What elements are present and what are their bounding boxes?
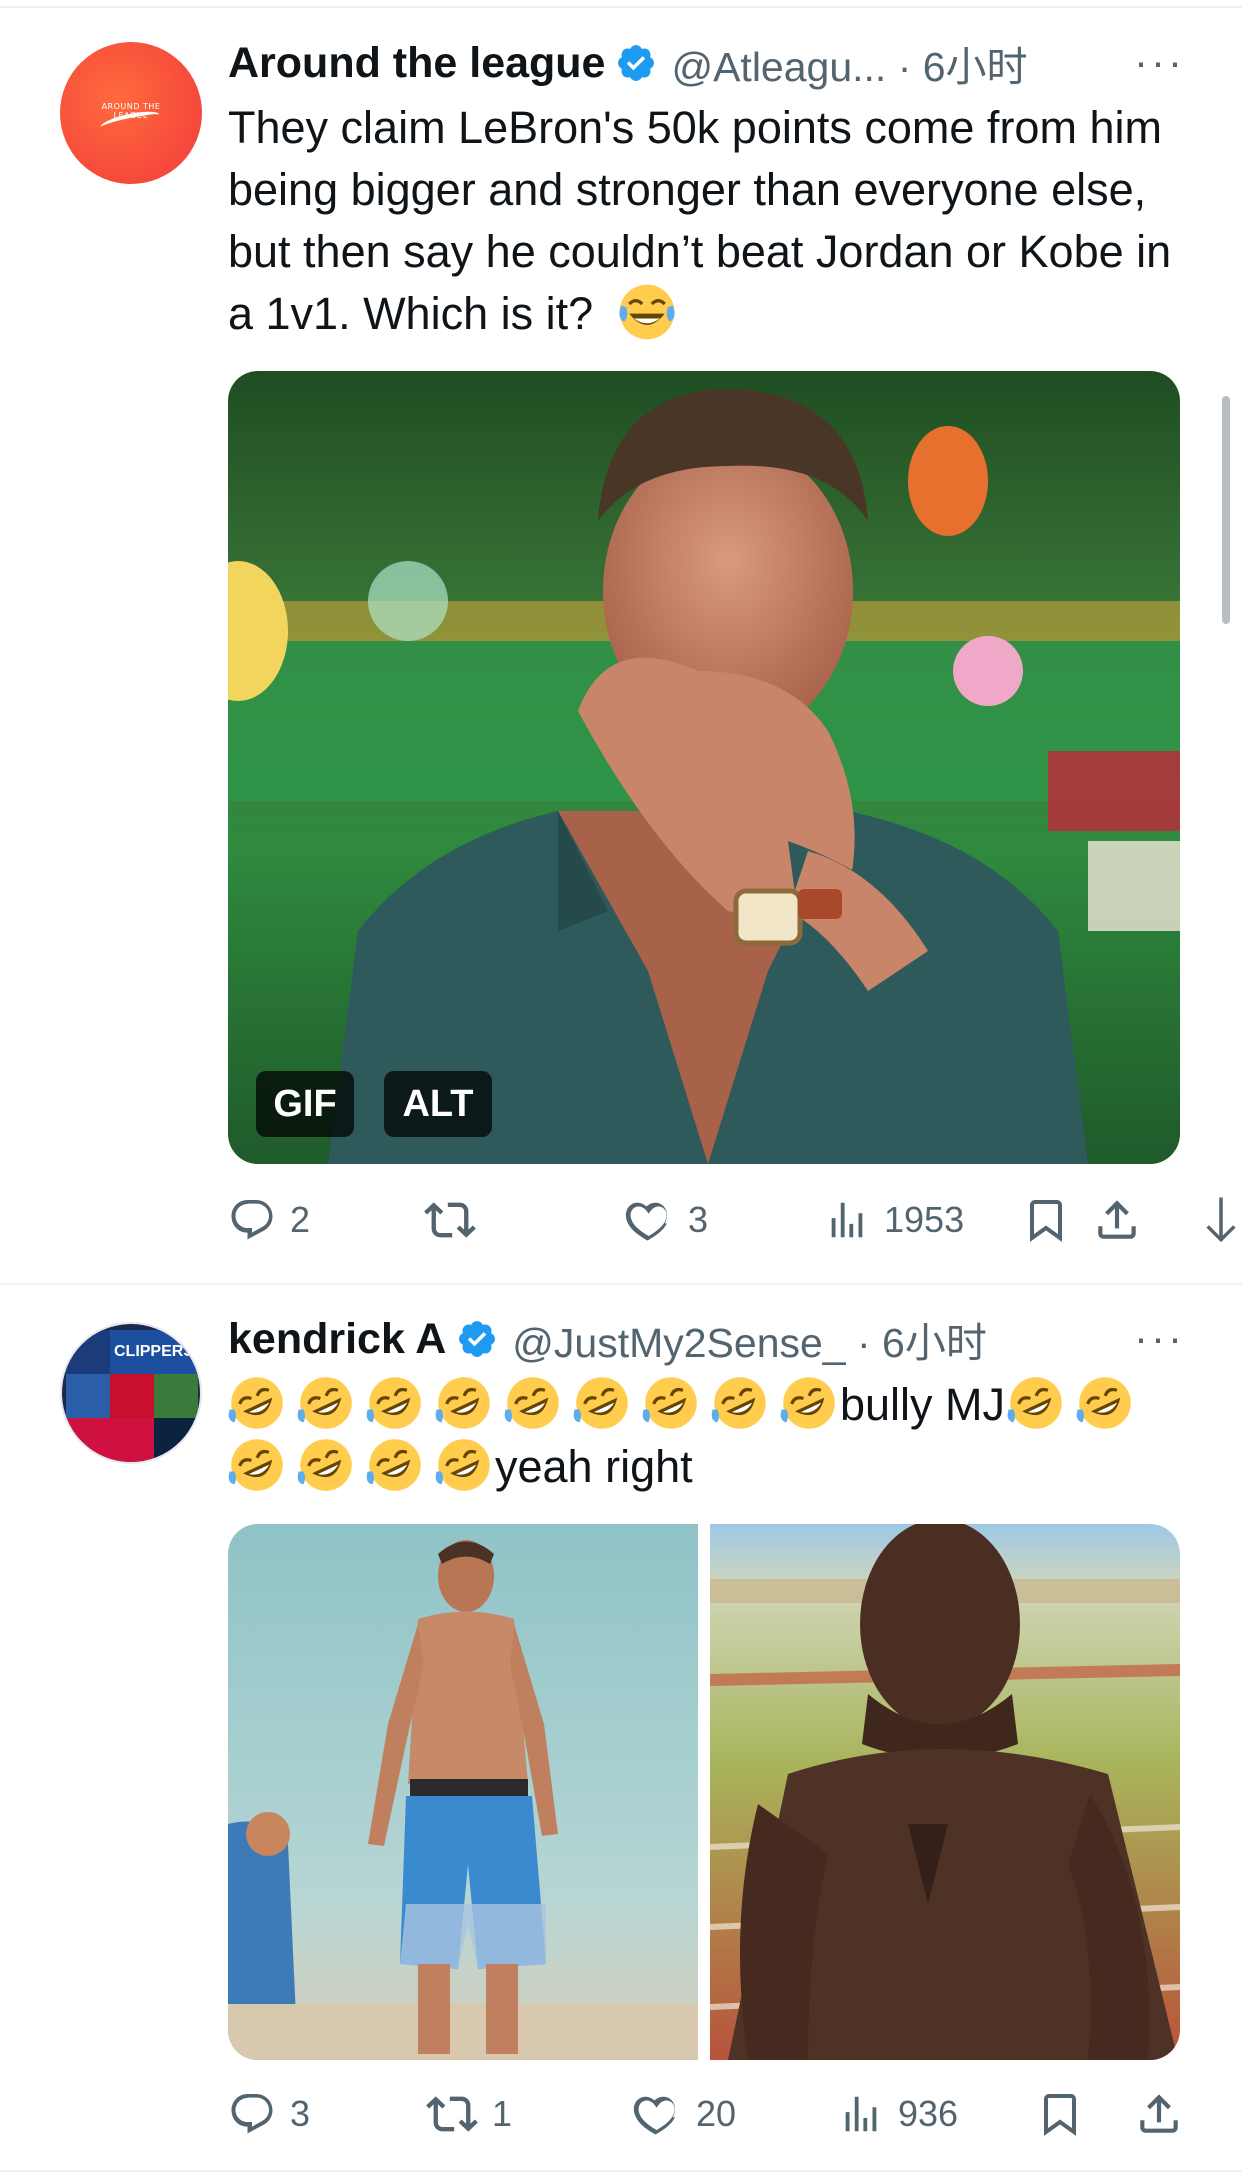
tweet-text: They claim LeBron's 50k points come from…	[228, 97, 1188, 345]
rofl-emoji	[573, 1377, 628, 1429]
reply-button[interactable]: 3	[228, 2084, 310, 2144]
retweet-button[interactable]	[424, 1190, 490, 1250]
tweet-header: kendrick A @JustMy2Sense_ · 6小时	[228, 1311, 987, 1367]
views-icon	[831, 1202, 863, 1238]
handle-and-time[interactable]: @JustMy2Sense_ · 6小时	[512, 1309, 987, 1369]
avatar-tile	[66, 1418, 154, 1462]
photo-left[interactable]	[228, 1524, 698, 2060]
retweet-icon	[424, 1202, 476, 1238]
gif-badge: GIF	[256, 1071, 354, 1137]
like-icon	[633, 2096, 675, 2135]
rofl-emoji	[435, 1377, 490, 1429]
like-count: 20	[696, 2093, 737, 2134]
views-count: 936	[898, 2093, 959, 2134]
tweet-text-line: yeah right	[228, 1436, 1188, 1498]
avatar-tile	[154, 1418, 198, 1462]
views-count: 1953	[884, 1199, 965, 1240]
rofl-emoji	[228, 1439, 283, 1491]
handle-and-time[interactable]: @Atleagu... · 6小时	[671, 33, 1027, 93]
reply-icon	[231, 1200, 273, 1240]
gif-media[interactable]: GIF ALT	[228, 371, 1180, 1164]
bookmark-button[interactable]	[1022, 1190, 1070, 1250]
display-name[interactable]: Around the league	[228, 39, 605, 88]
reply-button[interactable]: 2	[228, 1190, 310, 1250]
scrollbar-thumb[interactable]	[1222, 396, 1230, 624]
photo-grid	[228, 1524, 1180, 2060]
gif-image	[228, 371, 1180, 1164]
rofl-emoji	[711, 1377, 766, 1429]
share-icon	[1140, 2094, 1178, 2133]
tweet-text-part: yeah right	[495, 1441, 693, 1492]
more-icon[interactable]: ···	[1134, 1314, 1185, 1362]
more-icon[interactable]: ···	[1134, 38, 1185, 86]
action-bar: 3 1 20 936	[228, 2084, 1242, 2144]
reply-icon	[231, 2094, 273, 2134]
share-button[interactable]	[1092, 1190, 1142, 1250]
reply-count: 2	[290, 1199, 311, 1240]
tweet-text-body: They claim LeBron's 50k points come from…	[228, 102, 1172, 339]
bottom-divider	[0, 2170, 1242, 2172]
like-icon	[625, 1202, 667, 1241]
rofl-emoji	[504, 1377, 559, 1429]
rofl-emoji	[297, 1377, 352, 1429]
alt-badge[interactable]: ALT	[384, 1071, 492, 1137]
rofl-emoji	[297, 1439, 352, 1491]
views-button[interactable]: 1953	[824, 1190, 964, 1250]
rofl-emoji	[1007, 1377, 1062, 1429]
tweet-header: Around the league @Atleagu... · 6小时	[228, 35, 1028, 91]
share-icon	[1098, 1200, 1136, 1239]
rofl-emoji	[1076, 1377, 1131, 1429]
avatar[interactable]: AROUND THE LEAGUE	[60, 42, 202, 184]
rofl-emoji	[366, 1439, 421, 1491]
laughing-tears-emoji	[619, 284, 675, 340]
avatar[interactable]: CLIPPERS	[60, 1322, 202, 1464]
rofl-emoji	[780, 1377, 835, 1429]
tweet-text-line: bully MJ	[228, 1374, 1188, 1436]
views-button[interactable]: 936	[838, 2084, 958, 2144]
tweet-text-part: bully MJ	[840, 1379, 1006, 1430]
scroll-down-button[interactable]	[1200, 1190, 1242, 1250]
retweet-button[interactable]: 1	[426, 2084, 512, 2144]
share-button[interactable]	[1134, 2084, 1184, 2144]
like-count: 3	[688, 1199, 709, 1240]
tweet-1[interactable]: AROUND THE LEAGUE Around the league @Atl…	[0, 0, 1242, 1280]
display-name[interactable]: kendrick A	[228, 1315, 446, 1364]
avatar-logo-text: CLIPPERS	[113, 1343, 194, 1360]
rofl-emoji	[435, 1439, 490, 1491]
bookmark-icon	[1044, 2094, 1076, 2136]
action-bar: 2 3 1953	[228, 1190, 1242, 1250]
bookmark-button[interactable]	[1036, 2084, 1084, 2144]
views-icon	[845, 2096, 877, 2132]
verified-badge-icon	[618, 45, 655, 81]
avatar-tile: CLIPPERS	[110, 1330, 198, 1374]
avatar-tile	[154, 1374, 198, 1418]
bookmark-icon	[1030, 1200, 1062, 1242]
reply-count: 3	[290, 2093, 311, 2134]
retweet-count: 1	[492, 2093, 513, 2134]
like-button[interactable]: 20	[632, 2084, 736, 2144]
rofl-emoji	[642, 1377, 697, 1429]
arrow-down-icon	[1206, 1197, 1236, 1243]
verified-badge-icon	[459, 1321, 496, 1357]
tweet-text: bully MJ yeah right	[228, 1374, 1188, 1498]
photo-pair	[228, 1524, 1180, 2060]
rofl-emoji	[228, 1377, 283, 1429]
avatar-tile	[66, 1374, 110, 1418]
like-button[interactable]: 3	[624, 1190, 708, 1250]
avatar-tile	[66, 1330, 110, 1374]
avatar-tile	[110, 1374, 154, 1418]
rofl-emoji	[366, 1377, 421, 1429]
retweet-icon	[426, 2096, 478, 2132]
photo-right[interactable]	[710, 1524, 1180, 2060]
